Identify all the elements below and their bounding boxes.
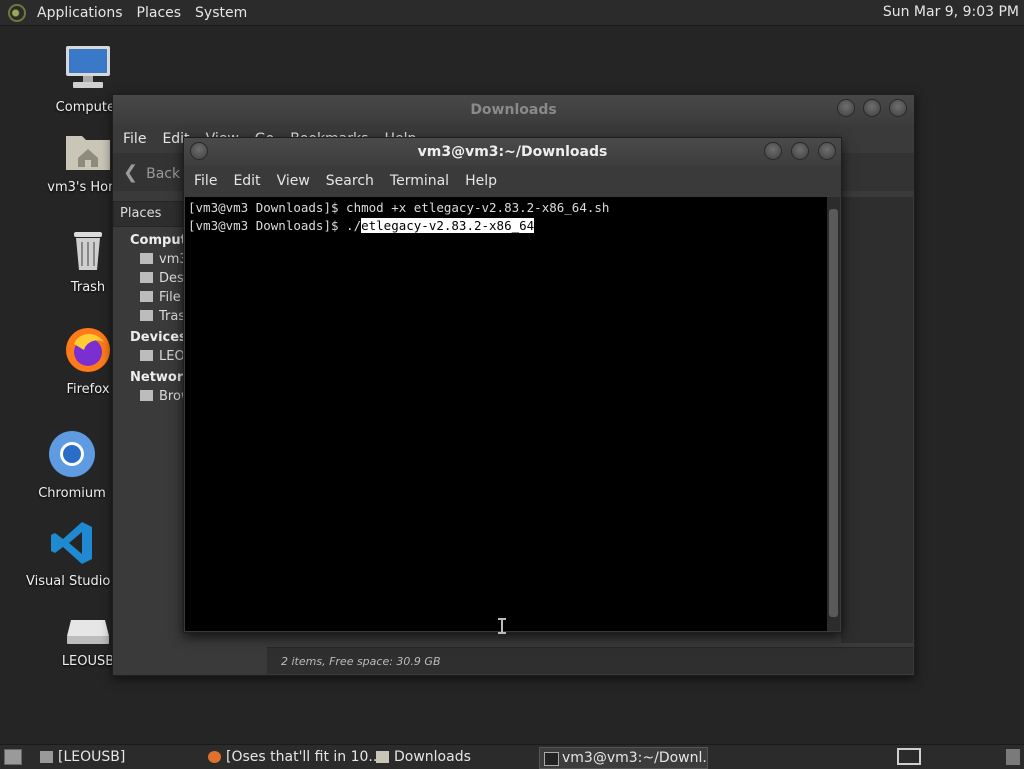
computer-icon bbox=[66, 46, 110, 88]
terminal-icon bbox=[544, 752, 559, 766]
sidebar-item-trash[interactable]: Trash bbox=[113, 305, 183, 324]
sidebar-section-computer: Computer bbox=[130, 233, 183, 248]
menu-file[interactable]: File bbox=[186, 173, 225, 189]
desktop-icon-label: Chromium bbox=[38, 486, 106, 501]
sidebar-item-leousb[interactable]: LEOUSB bbox=[113, 345, 183, 364]
network-icon bbox=[140, 390, 153, 401]
terminal-window: vm3@vm3:~/Downloads File Edit View Searc… bbox=[183, 137, 842, 633]
places-menu[interactable]: Places bbox=[130, 5, 189, 21]
sidebar-section-devices: Devices bbox=[130, 330, 183, 345]
scrollbar-thumb[interactable] bbox=[829, 209, 838, 617]
bottom-panel: [LEOUSB] [Oses that'll fit in 10... Down… bbox=[0, 744, 1024, 769]
terminal-output[interactable]: [vm3@vm3 Downloads]$ chmod +x etlegacy-v… bbox=[185, 197, 827, 631]
system-menu[interactable]: System bbox=[188, 5, 254, 21]
window-menu-button[interactable] bbox=[190, 142, 208, 160]
places-selector[interactable]: Places bbox=[113, 201, 183, 227]
terminal-prompt: [vm3@vm3 Downloads]$ ./ bbox=[188, 218, 362, 233]
taskbar-item-downloads[interactable]: Downloads bbox=[372, 747, 554, 767]
desktop-icon-label: Visual Studio Code bbox=[26, 574, 118, 589]
firefox-icon bbox=[208, 751, 221, 763]
terminal-menubar: File Edit View Search Terminal Help bbox=[184, 166, 841, 196]
terminal-line: [vm3@vm3 Downloads]$ chmod +x etlegacy-v… bbox=[188, 200, 610, 215]
terminal-line: [vm3@vm3 Downloads]$ ./etlegacy-v2.83.2-… bbox=[188, 217, 827, 235]
applications-menu[interactable]: Applications bbox=[30, 5, 130, 21]
menu-edit[interactable]: Edit bbox=[225, 173, 268, 189]
back-button[interactable]: ❮ Back bbox=[113, 162, 180, 183]
chromium-icon bbox=[49, 431, 95, 477]
taskbar-item-terminal[interactable]: vm3@vm3:~/Downl... bbox=[539, 747, 708, 769]
sidebar-item-browse-network[interactable]: Browse Network bbox=[113, 385, 183, 404]
close-button[interactable] bbox=[818, 142, 836, 160]
sidebar-item-desktop[interactable]: Desktop bbox=[113, 267, 183, 286]
filesystem-icon bbox=[140, 291, 153, 302]
window-title: vm3@vm3:~/Downloads bbox=[417, 144, 608, 160]
taskbar-item-leousb[interactable]: [LEOUSB] bbox=[36, 747, 208, 767]
desktop-icon-chromium[interactable]: Chromium bbox=[26, 430, 118, 501]
text-cursor-icon bbox=[498, 618, 506, 634]
trash-icon bbox=[140, 310, 153, 321]
sidebar-section-network: Network bbox=[130, 370, 183, 385]
vscode-icon bbox=[51, 522, 92, 564]
maximize-button[interactable] bbox=[863, 99, 881, 117]
terminal-scrollbar[interactable] bbox=[827, 197, 840, 631]
selected-text[interactable]: etlegacy-v2.83.2-x86_64 bbox=[361, 218, 535, 233]
home-folder-icon bbox=[66, 136, 110, 170]
home-icon bbox=[140, 253, 153, 264]
back-arrow-icon: ❮ bbox=[123, 161, 139, 183]
folder-icon bbox=[376, 751, 389, 763]
window-icon bbox=[40, 751, 53, 763]
menu-view[interactable]: View bbox=[269, 173, 318, 189]
places-sidebar: Places Computer vm3 Desktop File System … bbox=[113, 197, 183, 675]
menu-terminal[interactable]: Terminal bbox=[382, 173, 457, 189]
terminal-titlebar[interactable]: vm3@vm3:~/Downloads bbox=[184, 138, 841, 166]
desktop-icon-vscode[interactable]: Visual Studio Code bbox=[26, 520, 118, 589]
distro-logo-icon[interactable] bbox=[8, 3, 26, 22]
sidebar-item-filesystem[interactable]: File System bbox=[113, 286, 183, 305]
minimize-button[interactable] bbox=[837, 99, 855, 117]
sidebar-item-home[interactable]: vm3 bbox=[113, 248, 183, 267]
desktop-icon bbox=[140, 272, 153, 283]
menu-search[interactable]: Search bbox=[318, 173, 382, 189]
workspace-switcher[interactable] bbox=[897, 748, 921, 765]
file-list-pane[interactable] bbox=[841, 197, 913, 643]
file-manager-titlebar[interactable]: Downloads bbox=[113, 95, 914, 125]
close-button[interactable] bbox=[889, 99, 907, 117]
menu-file[interactable]: File bbox=[115, 131, 154, 147]
clock[interactable]: Sun Mar 9, 9:03 PM bbox=[883, 4, 1019, 20]
minimize-button[interactable] bbox=[764, 142, 782, 160]
status-bar: 2 items, Free space: 30.9 GB bbox=[267, 647, 913, 674]
menu-help[interactable]: Help bbox=[457, 173, 505, 189]
top-panel: Applications Places System Sun Mar 9, 9:… bbox=[0, 0, 1024, 26]
drive-icon bbox=[67, 620, 109, 644]
maximize-button[interactable] bbox=[791, 142, 809, 160]
trash-icon bbox=[74, 232, 102, 270]
drive-icon bbox=[140, 350, 153, 361]
window-title: Downloads bbox=[470, 102, 557, 118]
trash-applet-icon[interactable] bbox=[1006, 749, 1020, 765]
firefox-icon bbox=[66, 328, 110, 372]
show-desktop-button[interactable] bbox=[4, 749, 22, 765]
taskbar-item-firefox[interactable]: [Oses that'll fit in 10... bbox=[204, 747, 391, 767]
